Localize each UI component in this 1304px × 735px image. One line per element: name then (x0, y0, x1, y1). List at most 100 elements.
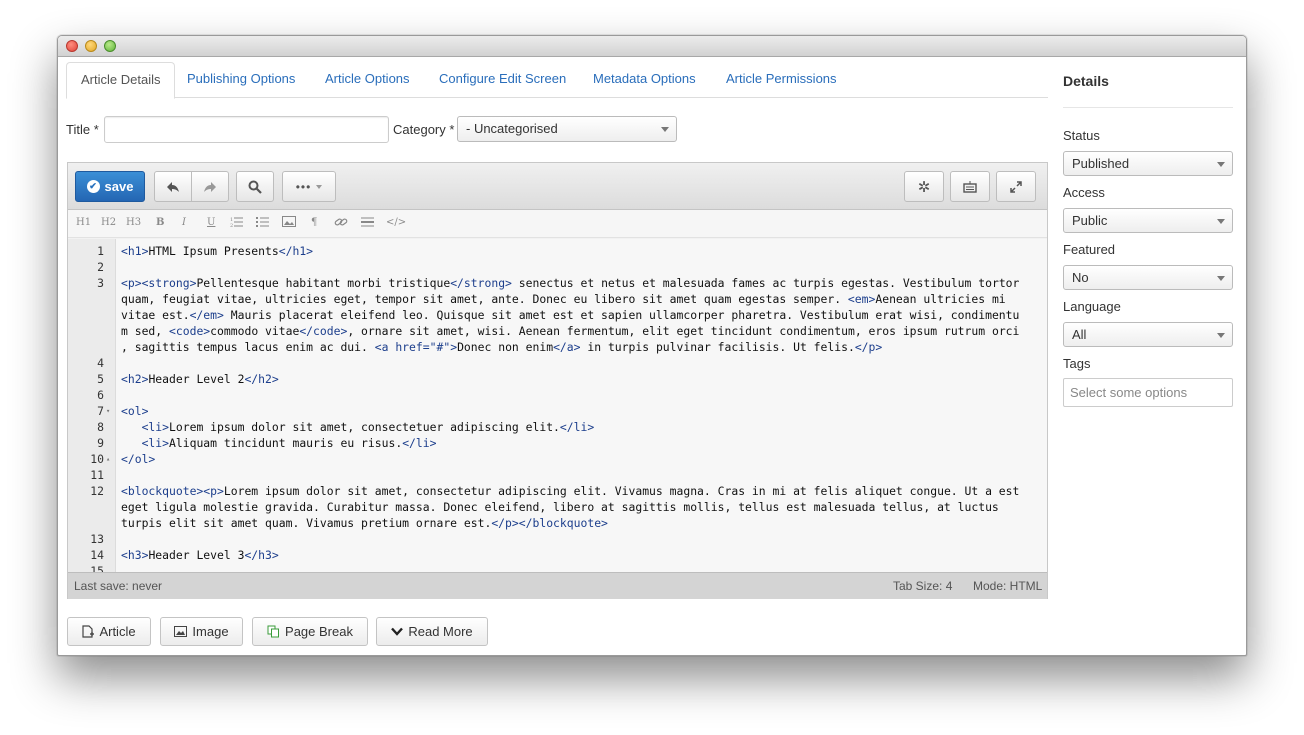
code-line: 10 ▴ </ol> (68, 451, 1047, 467)
document-add-icon (82, 625, 95, 638)
paragraph-button[interactable]: ¶ (311, 217, 317, 228)
code-line: 3 <p><strong>Pellentesque habitant morbi … (68, 275, 1047, 291)
insert-page-break-button[interactable]: Page Break (252, 617, 368, 646)
tab-article-details[interactable]: Article Details (66, 62, 176, 99)
minimize-window-button[interactable] (85, 40, 97, 52)
code-line-text: <p><strong>Pellentesque habitant morbi t… (121, 276, 1020, 290)
chevron-down-icon (661, 127, 669, 132)
picture-icon (174, 626, 188, 637)
title-input[interactable] (104, 116, 389, 143)
bold-button[interactable]: B (156, 217, 164, 228)
h2-button[interactable]: H2 (101, 217, 116, 228)
tags-label: Tags (1063, 356, 1091, 371)
code-line-text: <li>Lorem ipsum dolor sit amet, consecte… (141, 420, 595, 434)
category-select-value: - Uncategorised (466, 121, 558, 136)
line-number: 7 (97, 404, 104, 418)
search-button[interactable] (236, 171, 274, 202)
tags-input[interactable]: Select some options (1063, 378, 1233, 407)
code-line: , sagittis tempus lacus enim ac dui. <a … (68, 339, 1047, 355)
code-line: eget ligula molestie gravida. Curabitur … (68, 499, 1047, 515)
h1-button[interactable]: H1 (76, 217, 91, 228)
code-line-text: m sed, <code>commodo vitae</code>, ornar… (121, 324, 1020, 338)
fullscreen-button[interactable] (996, 171, 1036, 202)
code-line-text: vitae est.</em> Mauris placerat eleifend… (121, 308, 1020, 322)
code-line: turpis elit sit amet quam. Vivamus preti… (68, 515, 1047, 531)
redo-button[interactable] (191, 171, 229, 202)
copy-icon (267, 625, 280, 638)
category-select[interactable]: - Uncategorised (457, 116, 677, 142)
gear-icon: ✲ (917, 178, 931, 196)
underline-button[interactable]: U (207, 217, 215, 228)
line-number: 3 (97, 276, 104, 290)
code-line-text: <ol> (121, 404, 149, 418)
chevron-down-icon (1217, 218, 1225, 224)
editor-status-bar: Last save: never Tab Size: 4 Mode: HTML (68, 572, 1047, 599)
horizontal-rule-icon (361, 217, 374, 227)
access-select[interactable]: Public (1063, 208, 1233, 233)
undo-button[interactable] (154, 171, 192, 202)
line-number: 1 (97, 244, 104, 258)
line-number: 13 (90, 532, 104, 546)
last-save-status: Last save: never (74, 579, 163, 593)
code-line-text: <h2>Header Level 2</h2> (121, 372, 279, 386)
image-icon (282, 216, 296, 227)
tab-publishing-options[interactable]: Publishing Options (173, 62, 309, 98)
featured-select[interactable]: No (1063, 265, 1233, 290)
sidebar-divider (1063, 107, 1233, 108)
line-number: 6 (97, 388, 104, 402)
close-window-button[interactable] (66, 40, 78, 52)
tab-metadata-options[interactable]: Metadata Options (579, 62, 710, 98)
check-circle-icon: ✔ (86, 180, 100, 193)
tab-size-status: Tab Size: 4 (893, 579, 953, 593)
app-window: Article Details Publishing Options Artic… (57, 35, 1247, 656)
redo-icon (204, 181, 216, 192)
image-button[interactable] (282, 216, 296, 230)
insert-read-more-label: Read More (408, 624, 473, 639)
line-number: 11 (90, 468, 104, 482)
code-line: 11 (68, 467, 1047, 483)
code-line: 8 <li>Lorem ipsum dolor sit amet, consec… (68, 419, 1047, 435)
settings-button[interactable]: ✲ (904, 171, 944, 202)
insert-image-label: Image (192, 624, 229, 639)
horizontal-rule-button[interactable] (361, 216, 374, 231)
italic-button[interactable]: I (182, 217, 186, 228)
code-view-button[interactable]: </> (386, 217, 406, 228)
insert-read-more-button[interactable]: Read More (376, 617, 488, 646)
tab-bar: Article Details Publishing Options Artic… (66, 62, 1048, 99)
mode-status: Mode: HTML (973, 579, 1043, 593)
code-line: 4 (68, 355, 1047, 371)
line-number: 10 (90, 452, 104, 466)
keyboard-button[interactable] (950, 171, 990, 202)
tab-article-permissions[interactable]: Article Permissions (712, 62, 851, 98)
status-select[interactable]: Published (1063, 151, 1233, 176)
code-line: m sed, <code>commodo vitae</code>, ornar… (68, 323, 1047, 339)
link-button[interactable] (334, 216, 348, 231)
line-number: 15 (90, 564, 104, 572)
h3-button[interactable]: H3 (126, 217, 141, 228)
status-label: Status (1063, 128, 1100, 143)
tab-configure-edit-screen[interactable]: Configure Edit Screen (425, 62, 580, 98)
format-toolbar: H1 H2 H3 B I U 12 ¶ </> (68, 210, 1047, 238)
chevron-down-icon (1217, 275, 1225, 281)
fold-toggle-icon[interactable]: ▴ (106, 451, 110, 467)
zoom-window-button[interactable] (104, 40, 116, 52)
code-line-text: eget ligula molestie gravida. Curabitur … (121, 500, 999, 514)
ordered-list-button[interactable]: 12 (230, 216, 243, 231)
tab-article-options[interactable]: Article Options (311, 62, 424, 98)
insert-article-button[interactable]: Article (67, 617, 151, 646)
code-area[interactable]: 1 <h1>HTML Ipsum Presents</h1> 2 3 <p><stron… (68, 239, 1047, 572)
code-line-text: <h1>HTML Ipsum Presents</h1> (121, 244, 314, 258)
code-line: 7 ▾ <ol> (68, 403, 1047, 419)
save-label: save (104, 179, 134, 194)
code-line-text: turpis elit sit amet quam. Vivamus preti… (121, 516, 608, 530)
unordered-list-button[interactable] (256, 216, 269, 231)
fold-toggle-icon[interactable]: ▾ (106, 403, 110, 419)
insert-image-button[interactable]: Image (160, 617, 243, 646)
chevron-down-icon (1217, 161, 1225, 167)
title-bar (58, 36, 1246, 57)
insert-article-label: Article (99, 624, 136, 639)
save-button[interactable]: ✔ save (75, 171, 145, 202)
language-select[interactable]: All (1063, 322, 1233, 347)
svg-text:2: 2 (230, 223, 233, 228)
more-options-button[interactable]: ••• (282, 171, 336, 202)
